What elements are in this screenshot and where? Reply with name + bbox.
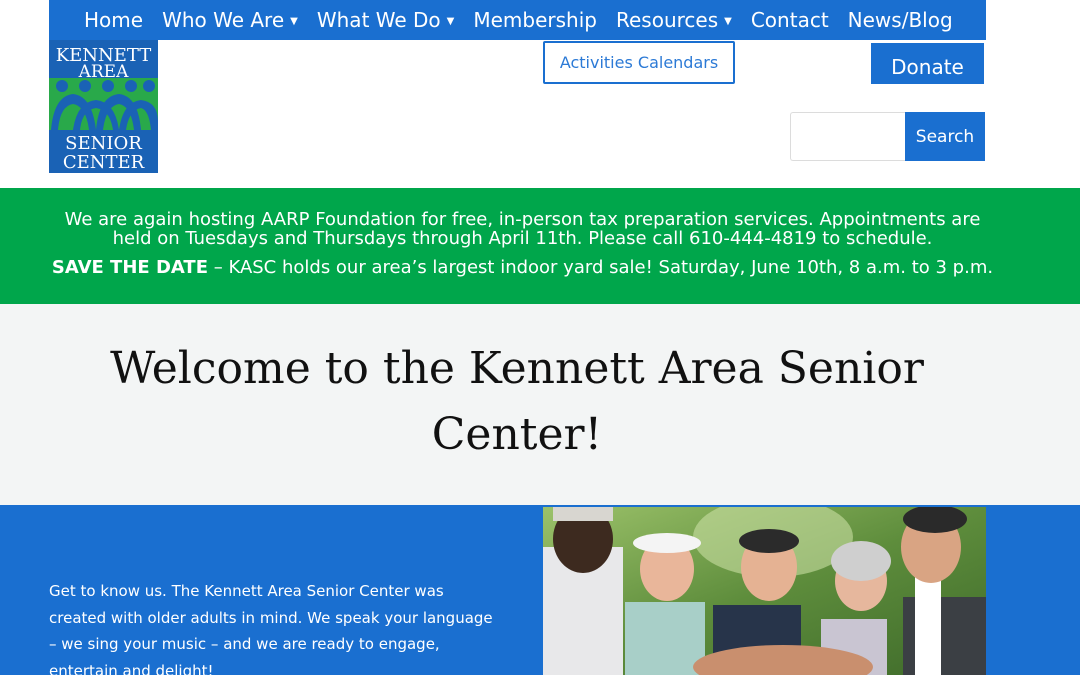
- main-nav: Home Who We Are ▼ What We Do ▼ Membershi…: [49, 0, 986, 40]
- nav-item-what-we-do[interactable]: What We Do ▼: [317, 8, 455, 32]
- logo-graphic: KENNETT AREA SENIOR CENTER: [49, 40, 158, 173]
- nav-item-label: Membership: [473, 8, 597, 32]
- seniors-group-photo: [543, 507, 986, 675]
- search-input[interactable]: [790, 112, 906, 161]
- nav-item-label: Home: [84, 8, 144, 32]
- nav-item-news-blog[interactable]: News/Blog: [848, 8, 953, 32]
- announcement-banner: We are again hosting AARP Foundation for…: [0, 188, 1080, 304]
- about-text: Get to know us. The Kennett Area Senior …: [49, 582, 493, 675]
- nav-item-contact[interactable]: Contact: [751, 8, 829, 32]
- announcement-tax-text: We are again hosting AARP Foundation for…: [64, 209, 981, 249]
- nav-item-resources[interactable]: Resources ▼: [616, 8, 732, 32]
- save-the-date-label: SAVE THE DATE: [51, 257, 209, 278]
- nav-item-label: Who We Are: [162, 8, 285, 32]
- nav-item-who-we-are[interactable]: Who We Are ▼: [162, 8, 298, 32]
- nav-item-membership[interactable]: Membership: [473, 8, 597, 32]
- nav-item-label: What We Do: [316, 8, 441, 32]
- save-the-date-text: – KASC holds our area’s largest indoor y…: [208, 257, 994, 278]
- welcome-section: Welcome to the Kennett Area Senior Cente…: [0, 304, 1080, 505]
- chevron-down-icon: ▼: [724, 16, 732, 27]
- nav-item-home[interactable]: Home: [84, 8, 143, 32]
- site-header: Home Who We Are ▼ What We Do ▼ Membershi…: [0, 0, 1080, 188]
- logo-text-center: CENTER: [63, 152, 145, 173]
- chevron-down-icon: ▼: [446, 16, 455, 27]
- donate-button[interactable]: Donate: [871, 43, 984, 84]
- chevron-down-icon: ▼: [290, 16, 298, 27]
- photo-illustration: [543, 507, 986, 675]
- nav-item-label: News/Blog: [847, 8, 953, 32]
- about-section: Get to know us. The Kennett Area Senior …: [0, 505, 1080, 675]
- logo-text-area: AREA: [78, 62, 129, 82]
- nav-item-label: Resources: [616, 8, 719, 32]
- site-logo[interactable]: KENNETT AREA SENIOR CENTER: [49, 40, 158, 173]
- nav-item-label: Contact: [750, 8, 829, 32]
- announcement-save-the-date: SAVE THE DATE – KASC holds our area’s la…: [40, 258, 1005, 278]
- search-button[interactable]: Search: [905, 112, 985, 161]
- page-title: Welcome to the Kennett Area Senior Cente…: [110, 343, 924, 460]
- activities-calendars-button[interactable]: Activities Calendars: [543, 41, 735, 84]
- logo-text-senior: SENIOR: [65, 133, 142, 154]
